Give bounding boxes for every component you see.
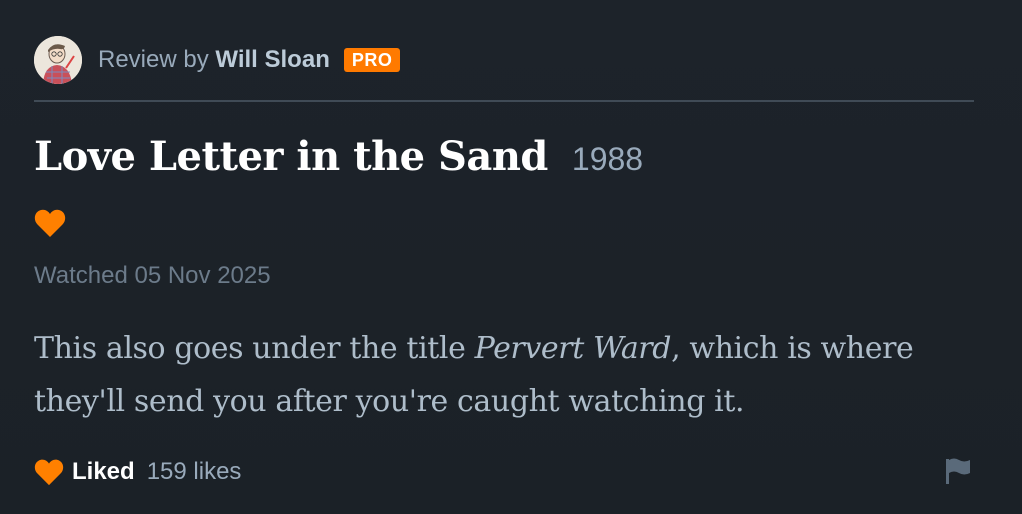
header-divider bbox=[34, 100, 974, 102]
review-text-part-1: This also goes under the title bbox=[34, 331, 475, 366]
avatar-illustration bbox=[34, 36, 82, 84]
review-body: This also goes under the title Pervert W… bbox=[34, 322, 974, 428]
review-footer: Liked 159 likes bbox=[34, 455, 241, 489]
liked-toggle[interactable]: Liked bbox=[72, 458, 135, 486]
watched-date: Watched 05 Nov 2025 bbox=[34, 262, 271, 289]
like-heart-icon[interactable] bbox=[34, 458, 64, 486]
reviewer-name-link[interactable]: Will Sloan bbox=[215, 46, 329, 73]
review-header: Review by Will Sloan PRO bbox=[34, 35, 401, 85]
flag-icon[interactable] bbox=[944, 456, 972, 486]
film-year-link[interactable]: 1988 bbox=[572, 141, 643, 178]
review-by-label: Review by bbox=[98, 46, 209, 73]
review-card: Review by Will Sloan PRO Love Letter in … bbox=[0, 0, 1022, 514]
heart-icon bbox=[34, 209, 66, 237]
review-italic-title: Pervert Ward bbox=[474, 331, 672, 366]
avatar[interactable] bbox=[34, 36, 82, 84]
film-title-link[interactable]: Love Letter in the Sand bbox=[34, 133, 548, 180]
film-heading: Love Letter in the Sand 1988 bbox=[34, 133, 643, 180]
likes-count-link[interactable]: 159 likes bbox=[147, 458, 242, 486]
reviewer-line: Review by Will Sloan bbox=[98, 46, 330, 74]
pro-badge: PRO bbox=[343, 48, 401, 72]
